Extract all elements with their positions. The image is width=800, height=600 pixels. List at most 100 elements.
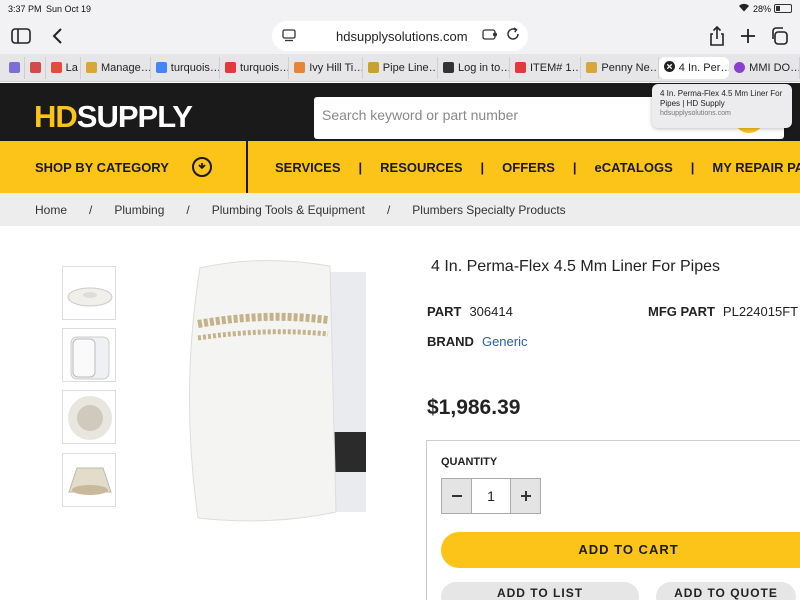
tab-5[interactable]: turquois… [220, 56, 290, 79]
chevron-down-icon [192, 157, 212, 177]
tab-12[interactable]: MMI DO… [729, 56, 800, 79]
tab-favicon-icon [155, 62, 167, 73]
nav-links: SERVICES | RESOURCES | OFFERS | eCATALOG… [275, 141, 800, 193]
hd-supply-logo[interactable]: HDSUPPLY [34, 99, 193, 135]
tab-label: Pipe Line… [382, 61, 439, 74]
tab-overview-icon[interactable] [766, 24, 792, 48]
add-to-list-button[interactable]: ADD TO LIST [441, 582, 639, 600]
part-number: PART 306414 [427, 304, 513, 319]
nav-services[interactable]: SERVICES [275, 160, 341, 175]
mfg-part-value: PL224015FT [722, 304, 799, 319]
reload-icon[interactable] [506, 27, 520, 44]
tab-favicon-icon [225, 62, 237, 73]
breadcrumb-separator: / [386, 202, 391, 217]
page-menu-icon[interactable] [282, 29, 296, 45]
tab-label: turquois… [240, 61, 290, 74]
breadcrumb-separator: / [89, 202, 93, 217]
plus-icon [520, 491, 531, 501]
tab-10[interactable]: Penny Ne… [581, 56, 659, 79]
share-icon[interactable] [704, 24, 730, 48]
quantity-stepper: 1 [441, 478, 541, 514]
tab-2[interactable]: La [46, 56, 82, 79]
mfg-part-number: MFG PART PL224015FT [648, 304, 798, 319]
tab-9[interactable]: ITEM# 1… [510, 56, 582, 79]
add-to-cart-button[interactable]: ADD TO CART [441, 532, 800, 568]
breadcrumb: Home / Plumbing / Plumbing Tools & Equip… [0, 193, 800, 226]
nav-ecatalogs[interactable]: eCATALOGS [595, 160, 673, 175]
nav-resources[interactable]: RESOURCES [380, 160, 462, 175]
breadcrumb-specialty-products[interactable]: Plumbers Specialty Products [412, 203, 565, 217]
breadcrumb-plumbing[interactable]: Plumbing [114, 203, 164, 217]
tab-favicon-icon [586, 62, 598, 73]
product-thumbnail-3[interactable] [62, 390, 116, 444]
product-thumbnail-2[interactable] [62, 328, 116, 382]
brand-label: BRAND [427, 334, 474, 349]
nav-separator: | [480, 159, 485, 175]
battery-icon [774, 4, 792, 13]
browser-toolbar: hdsupplysolutions.com [0, 18, 800, 54]
tab-favicon-icon [734, 62, 746, 73]
site-settings-icon[interactable] [482, 28, 498, 44]
part-label: PART [427, 304, 462, 319]
tab-6[interactable]: Ivy Hill Ti… [289, 56, 363, 79]
product-price: $1,986.39 [427, 396, 521, 419]
increment-button[interactable] [511, 479, 540, 513]
url-text: hdsupplysolutions.com [336, 29, 468, 44]
breadcrumb-home[interactable]: Home [35, 203, 67, 217]
tab-favicon-icon [29, 62, 41, 73]
tab-label: Ivy Hill Ti… [309, 61, 363, 74]
battery-percent: 28% [752, 3, 771, 14]
new-tab-icon[interactable] [735, 24, 761, 48]
address-bar[interactable]: hdsupplysolutions.com [272, 21, 528, 51]
product-main-image[interactable] [170, 252, 366, 532]
close-tab-icon[interactable] [663, 60, 675, 75]
tab-strip: La Manage… turquois… turquois… Ivy Hill … [0, 54, 800, 82]
status-right: 28% [738, 3, 792, 14]
shop-by-category-label: SHOP BY CATEGORY [35, 160, 169, 175]
part-value: 306414 [469, 304, 513, 319]
tab-label: 4 In. Per… [678, 61, 730, 74]
breadcrumb-separator: / [186, 202, 190, 217]
tab-3[interactable]: Manage… [81, 56, 151, 79]
breadcrumb-plumbing-tools[interactable]: Plumbing Tools & Equipment [212, 203, 365, 217]
brand-link[interactable]: Generic [482, 334, 528, 349]
quantity-input[interactable]: 1 [471, 479, 511, 513]
status-bar: 3:37 PM Sun Oct 19 28% [0, 0, 800, 18]
tab-1[interactable] [25, 56, 46, 79]
nav-separator: | [358, 159, 363, 175]
nav-separator: | [572, 159, 577, 175]
tab-active[interactable]: 4 In. Per… [658, 56, 730, 79]
tab-favicon-icon [367, 62, 379, 73]
add-to-quote-button[interactable]: ADD TO QUOTE [656, 582, 796, 600]
tab-favicon-icon [86, 62, 98, 73]
tab-label: Penny Ne… [601, 61, 659, 74]
product-thumbnail-4[interactable] [62, 453, 116, 507]
tab-label: turquois… [170, 61, 221, 74]
tab-favicon-icon [514, 62, 526, 73]
tooltip-title: 4 In. Perma-Flex 4.5 Mm Liner For Pipes … [660, 89, 783, 108]
tab-label: MMI DO… [749, 61, 800, 74]
tab-0[interactable] [4, 56, 25, 79]
tab-8[interactable]: Log in to… [438, 56, 510, 79]
logo-hd: HD [34, 99, 78, 134]
status-date: Sun Oct 19 [46, 4, 92, 14]
product-thumbnail-1[interactable] [62, 266, 116, 320]
sidebar-toggle-icon[interactable] [8, 24, 34, 48]
mfg-part-label: MFG PART [648, 304, 715, 319]
tab-label: La [65, 61, 78, 74]
tab-4[interactable]: turquois… [151, 56, 221, 79]
tab-7[interactable]: Pipe Line… [363, 56, 439, 79]
nav-offers[interactable]: OFFERS [502, 160, 555, 175]
back-icon[interactable] [44, 24, 70, 48]
shop-by-category-button[interactable]: SHOP BY CATEGORY [0, 141, 248, 193]
tab-favicon-icon [443, 62, 455, 73]
brand: BRAND Generic [427, 334, 527, 349]
minus-icon [451, 495, 462, 497]
tab-label: Manage… [101, 61, 151, 74]
logo-supply: SUPPLY [76, 99, 193, 134]
wifi-icon [738, 3, 750, 14]
tooltip-url: hdsupplysolutions.com [660, 110, 731, 117]
tab-label: ITEM# 1… [529, 61, 582, 74]
nav-my-repair-parts[interactable]: MY REPAIR PA [712, 160, 800, 175]
decrement-button[interactable] [442, 479, 471, 513]
